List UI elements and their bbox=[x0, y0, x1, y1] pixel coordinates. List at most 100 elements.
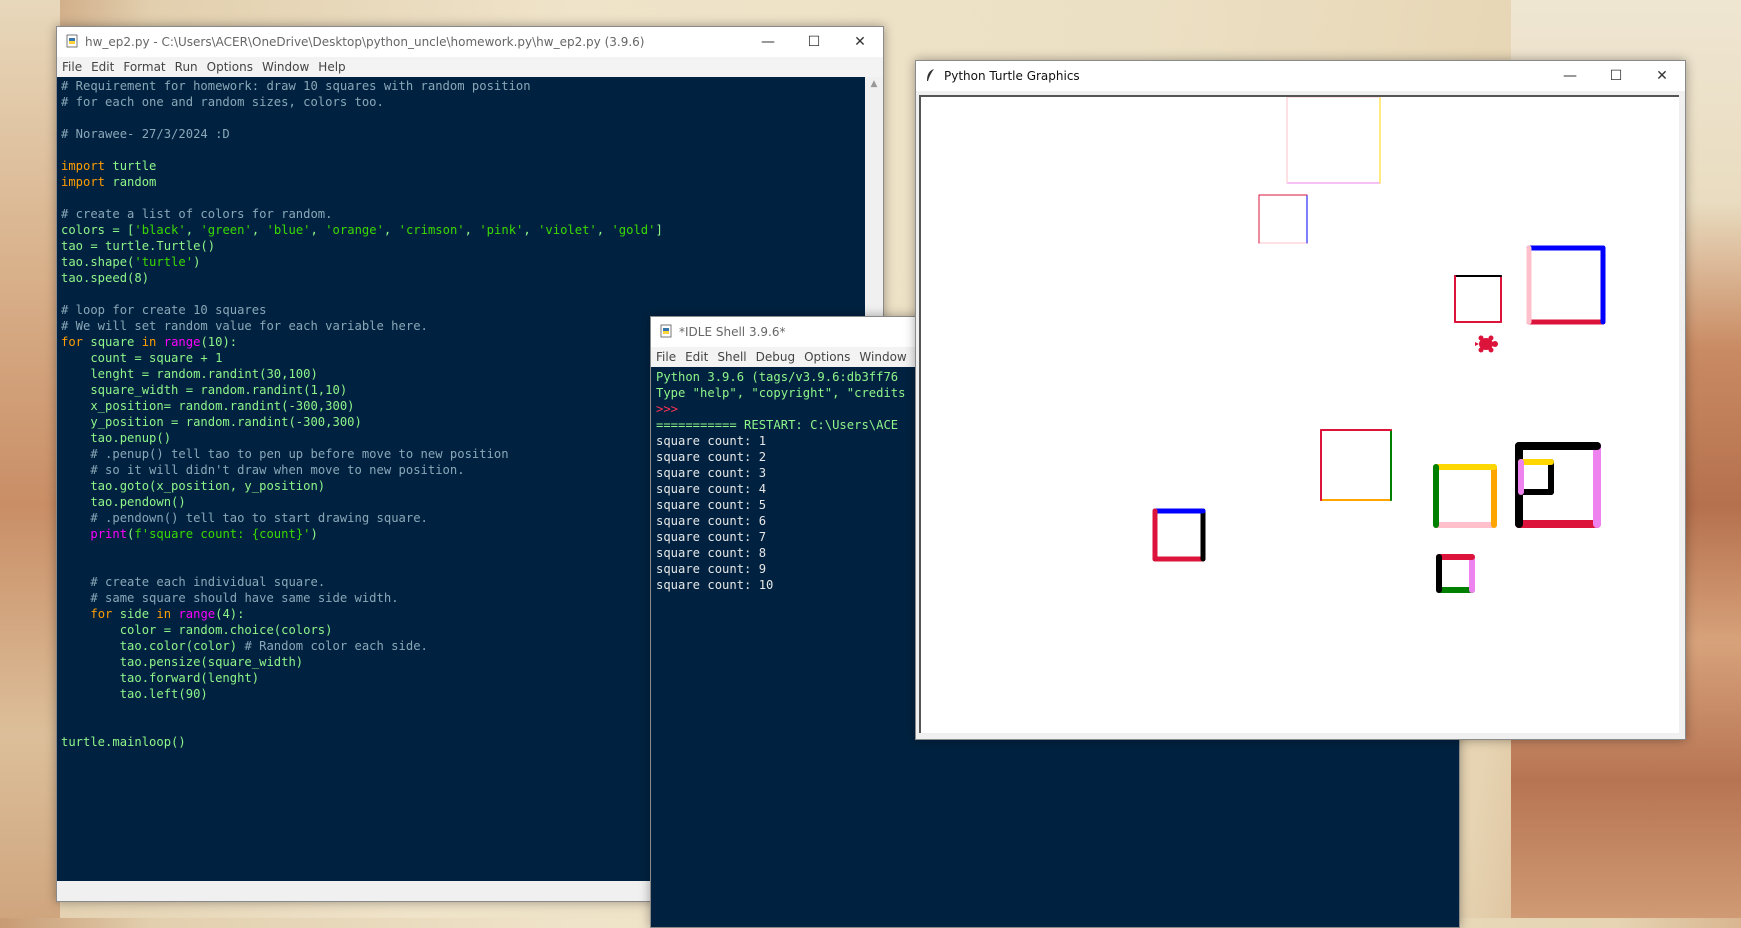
code-token: side bbox=[112, 607, 157, 621]
code-token: tao.pendown() bbox=[61, 495, 186, 509]
code-token: square count: 7 bbox=[656, 530, 767, 544]
code-token: , bbox=[310, 223, 326, 237]
shell-title: *IDLE Shell 3.9.6* bbox=[679, 325, 786, 339]
code-token: tao.pensize(square_width) bbox=[61, 655, 304, 669]
close-button[interactable]: ✕ bbox=[837, 27, 883, 57]
code-token: square count: 6 bbox=[656, 514, 767, 528]
code-token: , bbox=[596, 223, 612, 237]
code-token: tao.left(90) bbox=[61, 687, 208, 701]
code-token: y_position = random.randint(-300,300) bbox=[61, 415, 362, 429]
code-token: , bbox=[251, 223, 267, 237]
scroll-up-arrow-icon[interactable]: ▲ bbox=[865, 79, 883, 89]
code-token: 'pink' bbox=[479, 223, 524, 237]
code-line: import turtle bbox=[61, 158, 865, 174]
editor-menu-edit[interactable]: Edit bbox=[91, 60, 114, 74]
drawn-square bbox=[1518, 459, 1554, 495]
turtle-close-button[interactable]: ✕ bbox=[1639, 61, 1685, 91]
drawn-square bbox=[1320, 429, 1392, 501]
code-token: (4): bbox=[215, 607, 245, 621]
code-token: # We will set random value for each vari… bbox=[61, 319, 428, 333]
code-token: # Norawee- 27/3/2024 :D bbox=[61, 127, 230, 141]
code-token: square count: 9 bbox=[656, 562, 767, 576]
code-token: # so it will didn't draw when move to ne… bbox=[90, 463, 465, 477]
code-token: square count: 5 bbox=[656, 498, 767, 512]
code-token: in bbox=[156, 607, 172, 621]
code-token: tao.color(color) bbox=[61, 639, 245, 653]
drawn-square bbox=[1436, 554, 1475, 593]
turtle-titlebar[interactable]: Python Turtle Graphics — ☐ ✕ bbox=[916, 61, 1685, 91]
editor-menu-window[interactable]: Window bbox=[262, 60, 309, 74]
code-token: , bbox=[523, 223, 539, 237]
shell-menu-edit[interactable]: Edit bbox=[685, 350, 708, 364]
code-token: for bbox=[61, 335, 84, 349]
turtle-canvas[interactable] bbox=[919, 95, 1679, 733]
drawn-square bbox=[1258, 194, 1308, 244]
python-shell-icon bbox=[660, 324, 672, 338]
code-token: square count: 2 bbox=[656, 450, 767, 464]
code-token: lenght = random.randint(30,100) bbox=[61, 367, 318, 381]
turtle-title: Python Turtle Graphics bbox=[944, 69, 1080, 83]
code-line: tao.speed(8) bbox=[61, 270, 865, 286]
turtle-minimize-button[interactable]: — bbox=[1547, 61, 1593, 91]
code-token: for bbox=[90, 607, 113, 621]
shell-menu-shell[interactable]: Shell bbox=[717, 350, 746, 364]
code-token: color = random.choice(colors) bbox=[61, 623, 333, 637]
code-token: print bbox=[90, 527, 128, 541]
drawn-square bbox=[1515, 442, 1601, 528]
shell-menu-window[interactable]: Window bbox=[859, 350, 906, 364]
code-token: square_width = random.randint(1,10) bbox=[61, 383, 348, 397]
turtle-window[interactable]: Python Turtle Graphics — ☐ ✕ bbox=[915, 60, 1686, 740]
code-token: 'violet' bbox=[538, 223, 597, 237]
code-token: # create each individual square. bbox=[90, 575, 326, 589]
code-line: # Norawee- 27/3/2024 :D bbox=[61, 126, 865, 142]
code-token: 'gold' bbox=[611, 223, 656, 237]
code-token: colors = [ bbox=[61, 223, 135, 237]
editor-menu-format[interactable]: Format bbox=[123, 60, 165, 74]
code-line: tao = turtle.Turtle() bbox=[61, 238, 865, 254]
code-token: # .pendown() tell tao to start drawing s… bbox=[90, 511, 428, 525]
code-token: square count: 8 bbox=[656, 546, 767, 560]
editor-menu-file[interactable]: File bbox=[62, 60, 82, 74]
code-token: 'blue' bbox=[266, 223, 311, 237]
drawn-square bbox=[1526, 245, 1606, 325]
code-line: # create a list of colors for random. bbox=[61, 206, 865, 222]
code-token: tao = turtle.Turtle() bbox=[61, 239, 216, 253]
editor-titlebar[interactable]: hw_ep2.py - C:\Users\ACER\OneDrive\Deskt… bbox=[57, 27, 883, 57]
code-line bbox=[61, 142, 865, 158]
code-token: ) bbox=[193, 255, 201, 269]
code-line bbox=[61, 190, 865, 206]
turtle-maximize-button[interactable]: ☐ bbox=[1593, 61, 1639, 91]
code-token: square count: 10 bbox=[656, 578, 774, 592]
code-token: # same square should have same side widt… bbox=[90, 591, 399, 605]
code-token: tao.forward(lenght) bbox=[61, 671, 260, 685]
code-token: # Requirement for homework: draw 10 squa… bbox=[61, 79, 531, 93]
editor-menu-help[interactable]: Help bbox=[318, 60, 345, 74]
code-token: range bbox=[163, 335, 201, 349]
code-token: tao.speed(8) bbox=[61, 271, 150, 285]
code-token: # for each one and random sizes, colors … bbox=[61, 95, 384, 109]
shell-menu-file[interactable]: File bbox=[656, 350, 676, 364]
editor-menu-options[interactable]: Options bbox=[207, 60, 253, 74]
code-token: turtle.mainloop() bbox=[61, 735, 186, 749]
code-line bbox=[61, 110, 865, 126]
code-token: , bbox=[383, 223, 399, 237]
code-token: import bbox=[61, 159, 106, 173]
drawn-square bbox=[1286, 96, 1381, 184]
shell-menu-options[interactable]: Options bbox=[804, 350, 850, 364]
drawn-square bbox=[1433, 464, 1497, 528]
minimize-button[interactable]: — bbox=[745, 27, 791, 57]
editor-menu-run[interactable]: Run bbox=[175, 60, 198, 74]
code-line: tao.shape('turtle') bbox=[61, 254, 865, 270]
code-token: tao.goto(x_position, y_position) bbox=[61, 479, 326, 493]
code-line: # for each one and random sizes, colors … bbox=[61, 94, 865, 110]
code-token: square count: 1 bbox=[656, 434, 767, 448]
code-token: turtle bbox=[105, 159, 157, 173]
editor-menubar: File Edit Format Run Options Window Help bbox=[57, 57, 883, 77]
maximize-button[interactable]: ☐ bbox=[791, 27, 837, 57]
shell-menu-debug[interactable]: Debug bbox=[756, 350, 795, 364]
